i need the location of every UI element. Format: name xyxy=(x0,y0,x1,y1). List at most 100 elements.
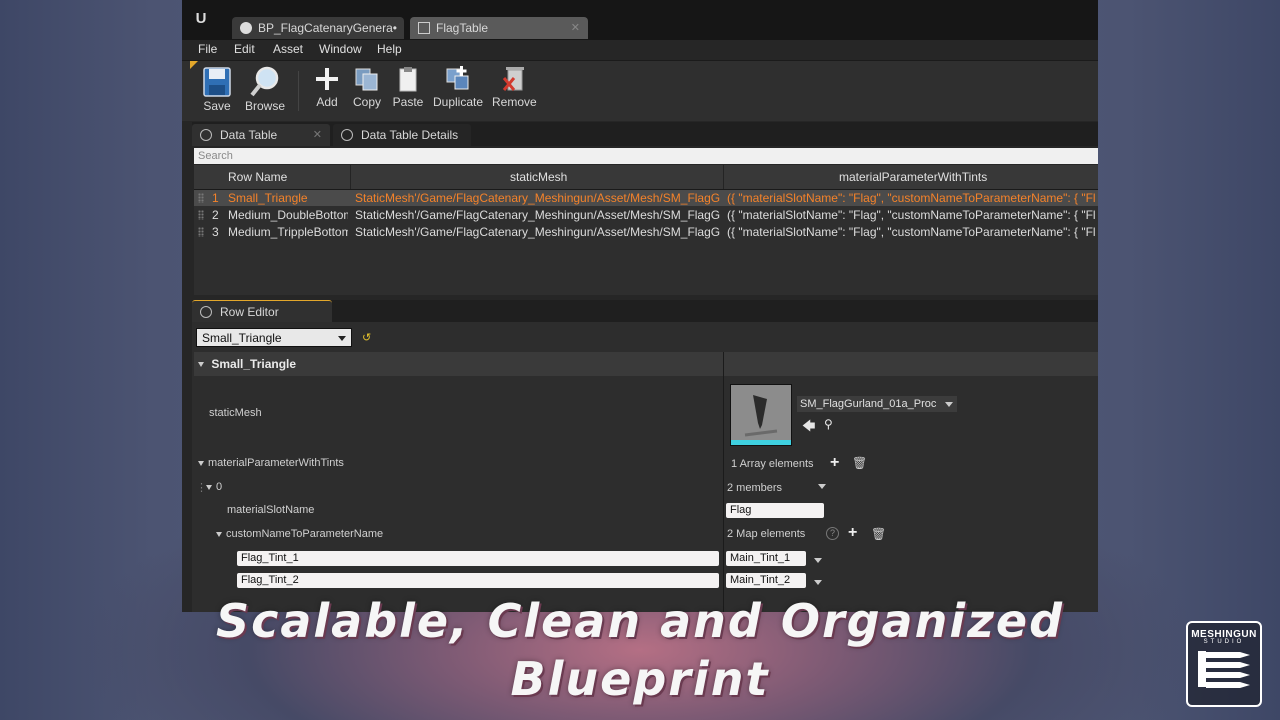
row-number: 2 xyxy=(212,208,219,222)
studio-logo: MESHINGUN STUDIO xyxy=(1186,621,1262,707)
menu-asset[interactable]: Asset xyxy=(273,42,303,56)
corner-marker-icon xyxy=(190,61,198,69)
row-name: Small_Triangle xyxy=(228,191,308,205)
map-value-menu[interactable] xyxy=(814,576,822,588)
title-bar: U BP_FlagCatenaryGenera• FlagTable ✕ xyxy=(182,0,1098,40)
material-slot-input[interactable]: Flag xyxy=(726,503,824,518)
selected-row-value: Small_Triangle xyxy=(202,331,282,345)
mesh-thumbnail[interactable] xyxy=(730,384,792,446)
members-count: 2 members xyxy=(727,482,783,494)
menu-window[interactable]: Window xyxy=(319,42,362,56)
section-header[interactable]: Small_Triangle xyxy=(194,352,1098,376)
menu-file[interactable]: File xyxy=(198,42,217,56)
column-header-static-mesh[interactable]: staticMesh xyxy=(510,170,567,184)
copy-button[interactable]: Copy xyxy=(350,65,384,109)
add-map-element-icon[interactable]: + xyxy=(848,524,857,542)
toolbar: Save Browse Add Copy Paste Duplicate Rem… xyxy=(182,60,1098,121)
table-row[interactable]: 1 Small_Triangle StaticMesh'/Game/FlagCa… xyxy=(194,190,1098,206)
row-static-mesh: StaticMesh'/Game/FlagCatenary_Meshingun/… xyxy=(355,191,720,205)
tab-data-table[interactable]: Data Table ✕ xyxy=(192,124,330,146)
tab-data-table-details[interactable]: Data Table Details xyxy=(333,124,471,146)
save-icon xyxy=(200,65,234,97)
add-button[interactable]: Add xyxy=(310,65,344,109)
drag-handle-icon[interactable] xyxy=(198,210,204,220)
row-editor-tab-bar: Row Editor xyxy=(192,300,1098,322)
delete-all-icon[interactable]: 🗑 xyxy=(852,456,867,470)
table-row[interactable]: 3 Medium_TrippleBottom StaticMesh'/Game/… xyxy=(194,224,1098,240)
remove-label: Remove xyxy=(492,95,537,109)
copy-label: Copy xyxy=(352,95,381,109)
expand-arrow-icon[interactable] xyxy=(216,531,222,537)
panel-tab-bar: Data Table ✕ Data Table Details xyxy=(192,122,1098,146)
row-number: 1 xyxy=(212,191,219,205)
delete-map-icon[interactable]: 🗑 xyxy=(871,527,886,541)
browse-search-icon[interactable]: ⚲ xyxy=(824,417,833,431)
row-material-params: ({ "materialSlotName": "Flag", "customNa… xyxy=(727,208,1095,222)
tab-row-editor[interactable]: Row Editor xyxy=(192,300,332,322)
chevron-down-icon xyxy=(945,402,953,407)
section-title: Small_Triangle xyxy=(211,357,297,371)
info-icon xyxy=(341,129,353,141)
browse-label: Browse xyxy=(244,99,285,113)
map-value-input[interactable]: Main_Tint_1 xyxy=(726,551,806,566)
save-label: Save xyxy=(203,99,231,113)
column-divider[interactable] xyxy=(350,165,351,189)
row-name: Medium_TrippleBottom xyxy=(228,225,348,239)
mesh-asset-dropdown[interactable]: SM_FlagGurland_01a_Proc xyxy=(797,396,957,412)
map-value-input[interactable]: Main_Tint_2 xyxy=(726,573,806,588)
members-menu[interactable] xyxy=(818,480,826,492)
collapse-arrow-icon[interactable] xyxy=(198,362,204,368)
duplicate-icon xyxy=(441,65,475,93)
chevron-down-icon xyxy=(814,580,822,585)
column-header-row-name[interactable]: Row Name xyxy=(228,170,287,184)
info-icon xyxy=(200,129,212,141)
magnifier-icon xyxy=(248,65,282,97)
clipboard-icon xyxy=(391,65,425,93)
add-label: Add xyxy=(316,95,338,109)
copy-icon xyxy=(350,65,384,93)
remove-button[interactable]: Remove xyxy=(492,65,537,109)
save-button[interactable]: Save xyxy=(198,65,236,113)
custom-name-map-label[interactable]: customNameToParameterName xyxy=(216,528,383,540)
doc-tab-flagtable[interactable]: FlagTable ✕ xyxy=(410,17,588,39)
unreal-logo-icon: U xyxy=(195,10,207,27)
table-row[interactable]: 2 Medium_DoubleBottom StaticMesh'/Game/F… xyxy=(194,207,1098,223)
close-icon[interactable]: ✕ xyxy=(571,17,580,39)
search-input[interactable]: Search xyxy=(194,148,1098,164)
menu-help[interactable]: Help xyxy=(377,42,402,56)
mesh-asset-value: SM_FlagGurland_01a_Proc xyxy=(800,398,937,410)
bullet-stripes-icon xyxy=(1198,651,1250,688)
column-splitter[interactable] xyxy=(723,352,724,612)
map-elements-count: 2 Map elements xyxy=(727,528,806,540)
map-value-menu[interactable] xyxy=(814,554,822,566)
help-icon[interactable]: ? xyxy=(826,527,839,540)
menu-edit[interactable]: Edit xyxy=(234,42,255,56)
static-mesh-label: staticMesh xyxy=(209,407,262,419)
tab-label: Row Editor xyxy=(220,305,279,319)
use-selected-arrow-icon[interactable]: 🡄 xyxy=(802,417,815,439)
row-material-params: ({ "materialSlotName": "Flag", "customNa… xyxy=(727,191,1095,205)
duplicate-button[interactable]: Duplicate xyxy=(432,65,484,109)
row-material-params: ({ "materialSlotName": "Flag", "customNa… xyxy=(727,225,1095,239)
expand-arrow-icon[interactable] xyxy=(198,460,204,466)
array-index-label[interactable]: 0 xyxy=(206,481,222,493)
row-select-dropdown[interactable]: Small_Triangle xyxy=(196,328,352,347)
drag-handle-icon[interactable] xyxy=(198,193,204,203)
column-divider[interactable] xyxy=(723,165,724,189)
paste-button[interactable]: Paste xyxy=(390,65,426,109)
drag-handle-icon[interactable] xyxy=(198,227,204,237)
close-icon[interactable]: ✕ xyxy=(313,124,322,146)
tab-label: Data Table xyxy=(220,128,278,142)
expand-arrow-icon[interactable] xyxy=(206,484,212,490)
row-static-mesh: StaticMesh'/Game/FlagCatenary_Meshingun/… xyxy=(355,208,720,222)
material-slot-label: materialSlotName xyxy=(227,504,315,516)
map-key-input[interactable]: Flag_Tint_1 xyxy=(237,551,719,566)
doc-tab-blueprint[interactable]: BP_FlagCatenaryGenera• xyxy=(232,17,404,39)
blueprint-icon xyxy=(240,22,252,34)
map-key-input[interactable]: Flag_Tint_2 xyxy=(237,573,719,588)
column-header-material-params[interactable]: materialParameterWithTints xyxy=(839,170,987,184)
add-element-icon[interactable]: + xyxy=(830,454,839,472)
browse-button[interactable]: Browse xyxy=(244,65,286,113)
material-param-label[interactable]: materialParameterWithTints xyxy=(198,457,344,469)
reset-arrow-icon[interactable]: ↺ xyxy=(362,331,371,344)
